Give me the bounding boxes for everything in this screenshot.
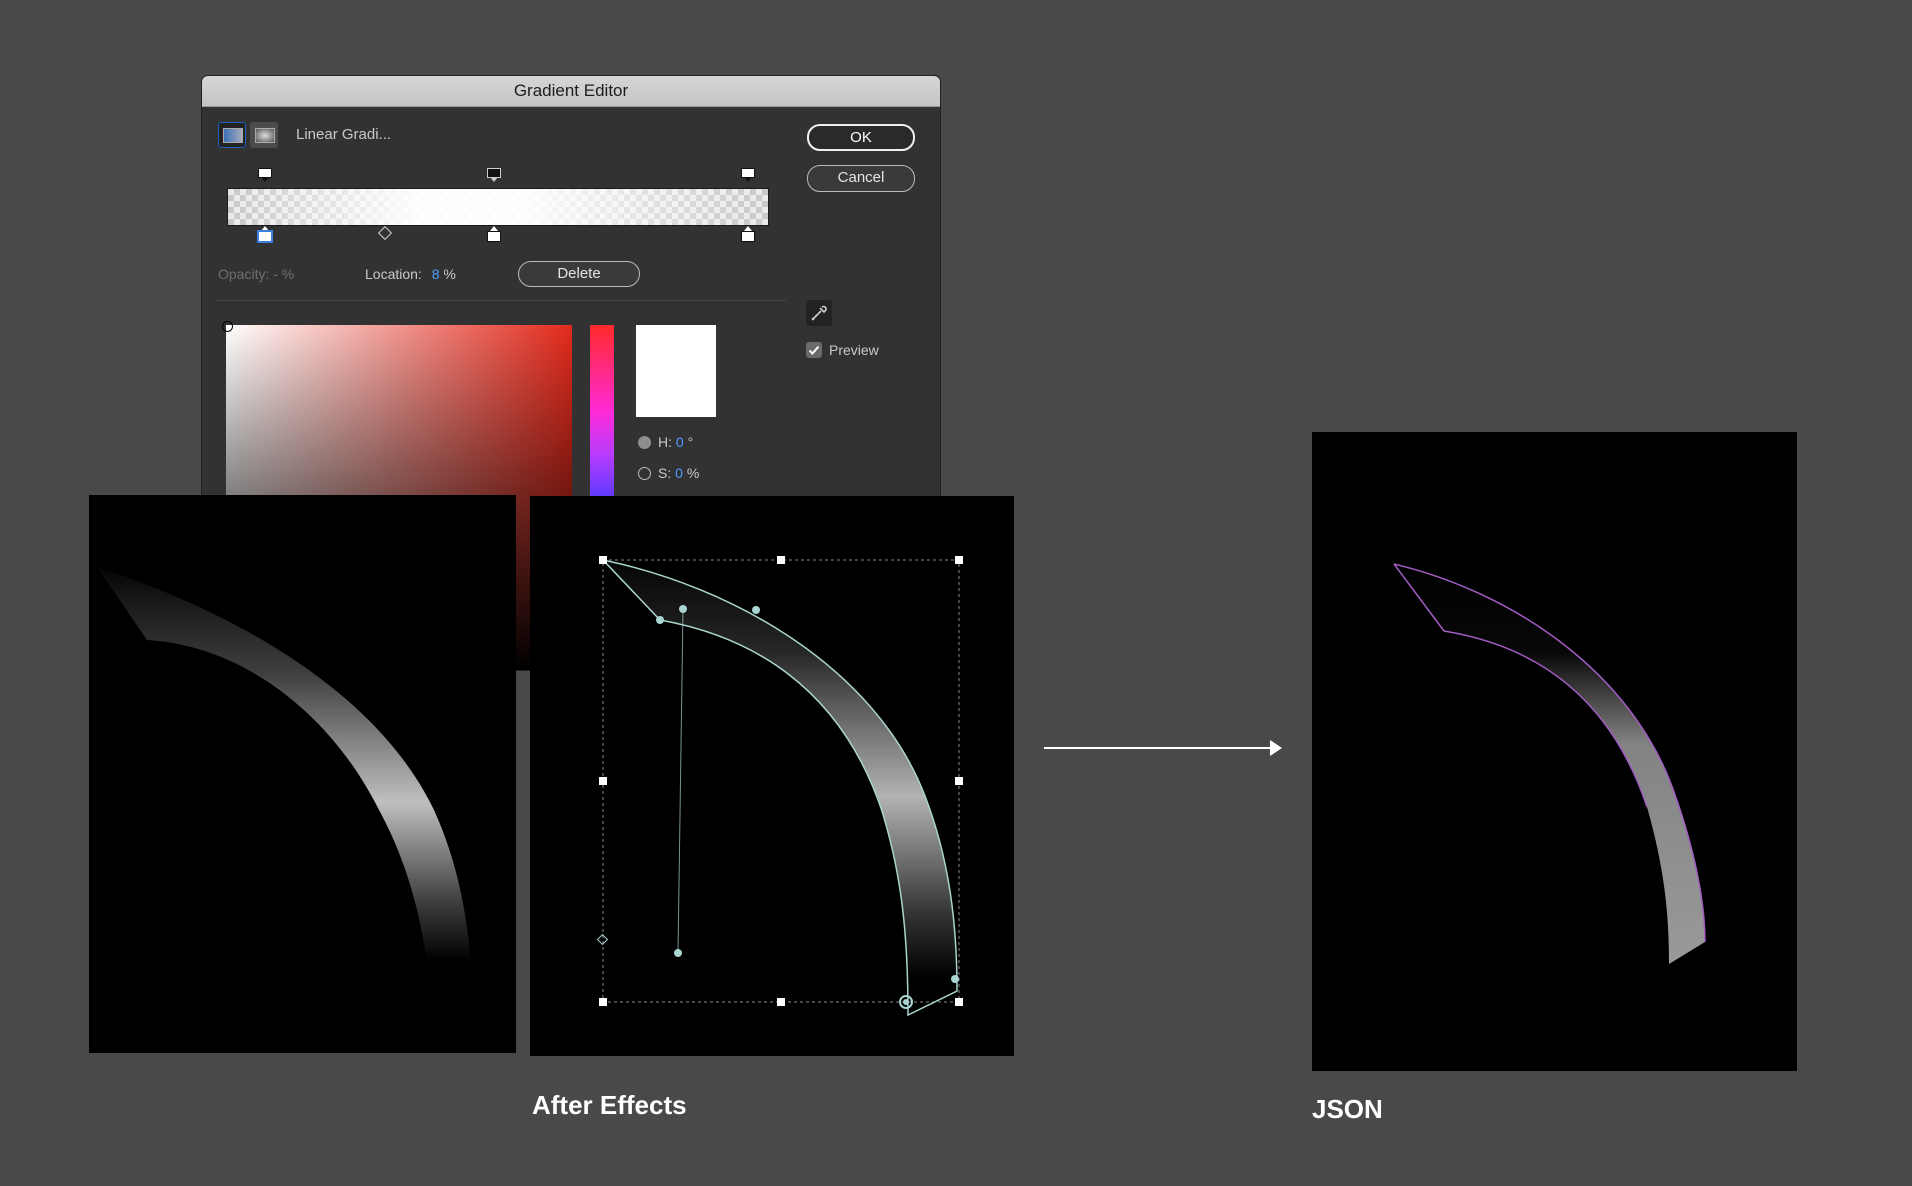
hue-radio[interactable] — [638, 436, 651, 449]
gradient-midpoint-diamond[interactable] — [377, 225, 393, 241]
json-render-panel — [1312, 432, 1797, 1071]
opacity-stop[interactable] — [487, 168, 501, 182]
location-unit: % — [443, 266, 456, 282]
location-field: Location: 8 % — [365, 266, 456, 282]
selected-color-swatch — [636, 325, 716, 417]
eyedropper-button[interactable] — [806, 300, 832, 326]
ok-button[interactable]: OK — [807, 124, 915, 151]
transform-handle — [955, 998, 963, 1006]
transform-handle — [777, 556, 785, 564]
opacity-value: - % — [273, 266, 295, 282]
gradient-type-label: Linear Gradi... — [296, 126, 392, 143]
transform-handle — [599, 998, 607, 1006]
color-field-cursor[interactable] — [222, 321, 233, 332]
transform-handle — [599, 556, 607, 564]
saturation-radio[interactable] — [638, 467, 651, 480]
opacity-stop[interactable] — [258, 168, 272, 182]
json-arc-render — [1393, 563, 1706, 964]
hue-value[interactable]: 0 — [676, 434, 684, 450]
gradient-arc-shape — [97, 567, 473, 995]
opacity-field: Opacity: - % — [218, 266, 294, 282]
transform-handle — [599, 777, 607, 785]
saturation-unit: % — [686, 465, 700, 481]
divider — [216, 300, 786, 301]
opacity-stop[interactable] — [741, 168, 755, 182]
color-stop-selected[interactable] — [258, 226, 272, 242]
json-arc-shape — [1394, 564, 1705, 964]
linear-gradient-icon — [223, 128, 243, 143]
dialog-title: Gradient Editor — [202, 76, 940, 107]
eyedropper-icon — [811, 305, 827, 321]
preview-checkbox[interactable] — [806, 342, 822, 358]
gradient-ramp[interactable] — [227, 188, 769, 226]
radial-gradient-icon — [255, 128, 275, 143]
saturation-value[interactable]: 0 — [675, 465, 683, 481]
checkmark-icon — [808, 345, 820, 355]
transform-handle — [777, 998, 785, 1006]
gradient-arc-render — [97, 567, 473, 995]
render-preview-panel — [89, 495, 516, 1053]
color-stop[interactable] — [741, 226, 755, 242]
json-caption: JSON — [1312, 1094, 1383, 1124]
bezier-point — [656, 616, 664, 624]
hue-unit: ° — [687, 434, 694, 450]
saturation-label: S: — [658, 465, 672, 481]
color-stop[interactable] — [487, 226, 501, 242]
saturation-field: S: 0 % — [658, 465, 699, 481]
opacity-label: Opacity: — [218, 266, 270, 282]
after-effects-caption: After Effects — [532, 1090, 687, 1120]
after-effects-path-panel — [530, 496, 1014, 1056]
arc-shape — [600, 558, 958, 1017]
right-arrow-icon — [1044, 740, 1282, 756]
preview-label: Preview — [829, 342, 879, 358]
path-editor-canvas — [596, 556, 963, 1017]
bezier-handle — [674, 949, 682, 957]
transform-handle — [955, 777, 963, 785]
radial-gradient-type-button[interactable] — [250, 122, 278, 148]
hue-label: H: — [658, 434, 672, 450]
location-label: Location: — [365, 266, 422, 282]
hue-field: H: 0 ° — [658, 434, 693, 450]
bezier-point — [951, 975, 959, 983]
linear-gradient-type-button[interactable] — [218, 122, 246, 148]
cancel-button[interactable]: Cancel — [807, 165, 915, 192]
location-value[interactable]: 8 — [432, 266, 440, 282]
transform-handle — [955, 556, 963, 564]
bezier-point — [752, 606, 760, 614]
delete-button[interactable]: Delete — [518, 261, 640, 287]
bezier-handle — [679, 605, 687, 613]
